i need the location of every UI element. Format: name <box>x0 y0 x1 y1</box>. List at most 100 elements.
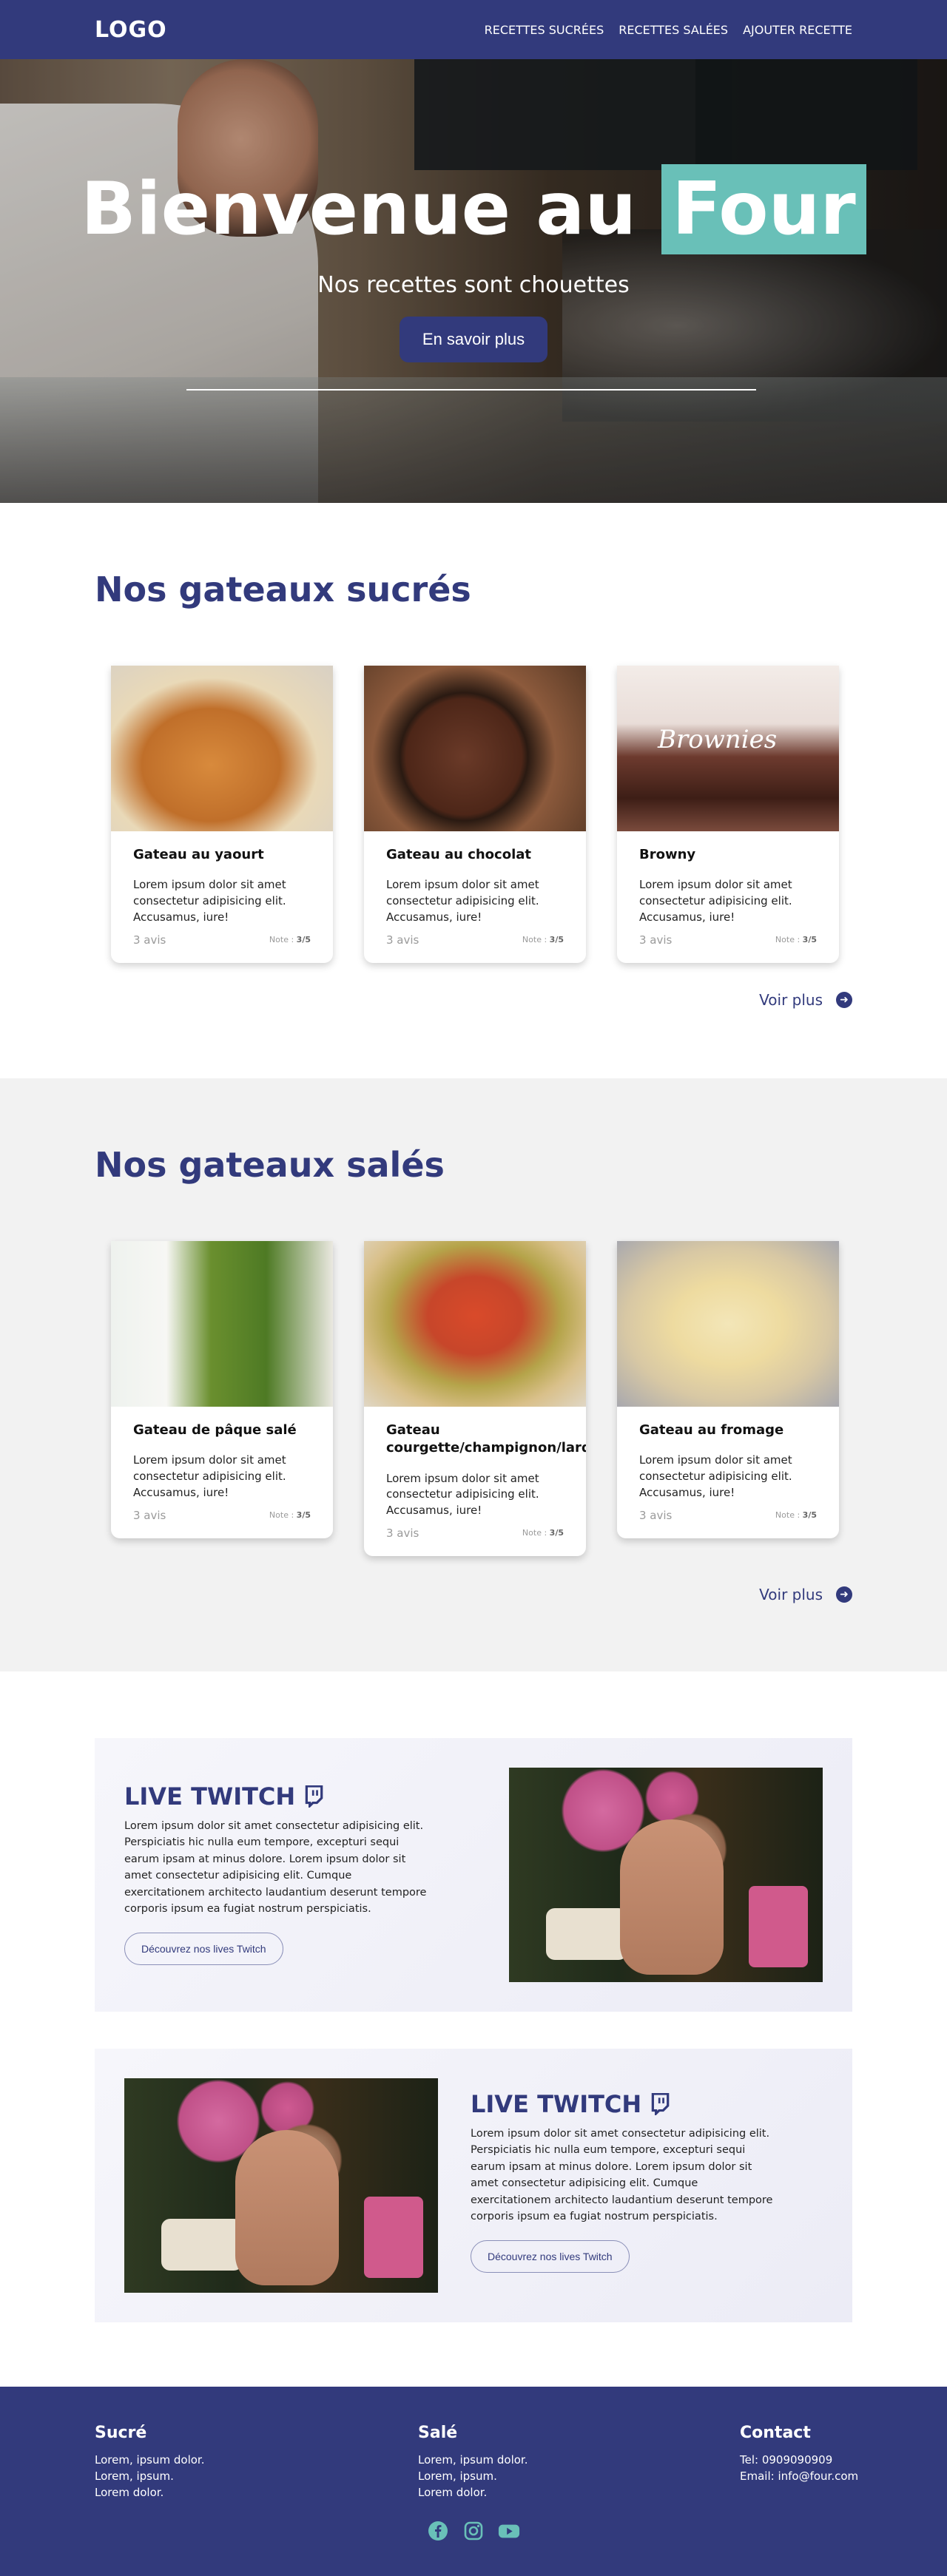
rating-label: Note : <box>522 1528 547 1538</box>
image-cake <box>546 1908 627 1960</box>
browny-image-text: Brownies <box>658 725 778 754</box>
instagram-icon[interactable] <box>462 2520 485 2542</box>
twitch-block-2: LIVE TWITCH Lorem ipsum dolor sit amet c… <box>95 2049 852 2322</box>
recipe-title: Gateau courgette/champignon/lardon <box>386 1422 586 1456</box>
recipe-rating: Note : 3/5 <box>775 935 817 944</box>
recipe-image-chocolat <box>364 666 586 831</box>
logo[interactable]: LOGO <box>95 17 167 43</box>
recipe-card-browny[interactable]: Brownies Browny Lorem ipsum dolor sit am… <box>617 666 839 963</box>
rating-value: 3/5 <box>549 1528 564 1538</box>
arrow-right-circle-icon: ➜ <box>836 1586 852 1603</box>
footer-phone[interactable]: Tel: 0909090909 <box>740 2452 858 2469</box>
recipe-title: Browny <box>639 847 696 862</box>
recipe-title: Gateau au yaourt <box>133 847 264 862</box>
footer-col-sale: Salé Lorem, ipsum dolor. Lorem, ipsum. L… <box>418 2424 528 2501</box>
footer-col-title: Contact <box>740 2424 811 2442</box>
social-links <box>0 2520 947 2542</box>
recipe-reviews: 3 avis <box>386 933 419 947</box>
recipe-description: Lorem ipsum dolor sit amet consectetur a… <box>639 1453 792 1499</box>
footer-line[interactable]: Lorem, ipsum dolor. <box>95 2452 204 2469</box>
hero-divider <box>186 389 756 391</box>
recipe-card-paque-sale[interactable]: Gateau de pâque salé Lorem ipsum dolor s… <box>111 1241 333 1538</box>
sweet-cards: Gateau au yaourt Lorem ipsum dolor sit a… <box>111 666 839 963</box>
footer-line[interactable]: Lorem, ipsum. <box>418 2469 528 2485</box>
voir-plus-sweet-link[interactable]: Voir plus ➜ <box>759 991 852 1009</box>
recipe-description: Lorem ipsum dolor sit amet consectetur a… <box>133 878 286 924</box>
nav-link-recettes-salees[interactable]: RECETTES SALÉES <box>619 23 728 37</box>
recipe-reviews: 3 avis <box>133 1508 166 1522</box>
hero-subtitle: Nos recettes sont chouettes <box>317 272 630 298</box>
footer-line[interactable]: Lorem, ipsum dolor. <box>418 2452 528 2469</box>
twitch-image-baby <box>509 1768 823 1982</box>
rating-label: Note : <box>775 935 801 945</box>
image-baby <box>235 2130 339 2285</box>
image-cake <box>161 2219 243 2271</box>
facebook-icon[interactable] <box>427 2520 449 2542</box>
footer-col-title: Sucré <box>95 2424 147 2442</box>
recipe-rating: Note : 3/5 <box>269 1510 311 1520</box>
nav-link-ajouter-recette[interactable]: AJOUTER RECETTE <box>743 23 852 37</box>
salty-cards: Gateau de pâque salé Lorem ipsum dolor s… <box>111 1241 839 1556</box>
voir-plus-label: Voir plus <box>759 1586 823 1603</box>
twitch-title: LIVE TWITCH <box>471 2090 781 2118</box>
twitch-title-text: LIVE TWITCH <box>124 1782 296 1811</box>
rating-value: 3/5 <box>802 935 817 945</box>
recipe-image-courgette <box>364 1241 586 1407</box>
footer-col-sucre: Sucré Lorem, ipsum dolor. Lorem, ipsum. … <box>95 2424 204 2501</box>
recipe-card-courgette[interactable]: Gateau courgette/champignon/lardon Lorem… <box>364 1241 586 1556</box>
section-title-salty: Nos gateaux salés <box>95 1145 445 1185</box>
recipe-title: Gateau au fromage <box>639 1422 784 1438</box>
recipe-reviews: 3 avis <box>639 933 673 947</box>
recipe-image-yaourt <box>111 666 333 831</box>
section-salty-cakes: Nos gateaux salés Gateau de pâque salé L… <box>0 1078 947 1671</box>
twitch-block-1: LIVE TWITCH Lorem ipsum dolor sit amet c… <box>95 1738 852 2012</box>
footer-line[interactable]: Lorem, ipsum. <box>95 2469 204 2485</box>
image-gift <box>749 1886 808 1967</box>
footer: Sucré Lorem, ipsum dolor. Lorem, ipsum. … <box>0 2387 947 2576</box>
twitch-icon <box>305 1785 323 1808</box>
recipe-title: Gateau de pâque salé <box>133 1422 297 1438</box>
rating-label: Note : <box>269 935 294 945</box>
section-title-sweet: Nos gateaux sucrés <box>95 569 471 609</box>
hero-title-highlight: Four <box>661 164 866 254</box>
hero-title-start: Bienvenue au <box>81 167 662 251</box>
image-baby <box>620 1819 724 1975</box>
nav-link-recettes-sucrees[interactable]: RECETTES SUCRÉES <box>485 23 604 37</box>
recipe-card-chocolat[interactable]: Gateau au chocolat Lorem ipsum dolor sit… <box>364 666 586 963</box>
section-sweet-cakes: Nos gateaux sucrés Gateau au yaourt Lore… <box>0 503 947 1078</box>
rating-value: 3/5 <box>549 935 564 945</box>
recipe-rating: Note : 3/5 <box>522 1528 564 1538</box>
youtube-icon[interactable] <box>498 2520 520 2542</box>
recipe-description: Lorem ipsum dolor sit amet consectetur a… <box>639 878 792 924</box>
recipe-description: Lorem ipsum dolor sit amet consectetur a… <box>386 878 539 924</box>
twitch-lives-button[interactable]: Découvrez nos lives Twitch <box>124 1932 283 1965</box>
recipe-reviews: 3 avis <box>386 1526 419 1540</box>
nav-links: RECETTES SUCRÉES RECETTES SALÉES AJOUTER… <box>485 23 852 37</box>
recipe-reviews: 3 avis <box>639 1508 673 1522</box>
arrow-right-circle-icon: ➜ <box>836 992 852 1008</box>
twitch-title: LIVE TWITCH <box>124 1782 435 1811</box>
recipe-rating: Note : 3/5 <box>269 935 311 944</box>
hero-banner: Bienvenue au Four Nos recettes sont chou… <box>0 59 947 503</box>
twitch-lives-button[interactable]: Découvrez nos lives Twitch <box>471 2239 630 2273</box>
footer-line[interactable]: Lorem dolor. <box>418 2485 528 2501</box>
en-savoir-plus-button[interactable]: En savoir plus <box>400 317 547 362</box>
voir-plus-label: Voir plus <box>759 991 823 1009</box>
footer-email[interactable]: Email: info@four.com <box>740 2469 858 2485</box>
recipe-rating: Note : 3/5 <box>522 935 564 944</box>
twitch-image-baby <box>124 2078 438 2293</box>
recipe-title: Gateau au chocolat <box>386 847 531 862</box>
rating-label: Note : <box>269 1510 294 1521</box>
recipe-reviews: 3 avis <box>133 933 166 947</box>
recipe-card-fromage[interactable]: Gateau au fromage Lorem ipsum dolor sit … <box>617 1241 839 1538</box>
image-gift <box>364 2197 423 2278</box>
footer-line[interactable]: Lorem dolor. <box>95 2485 204 2501</box>
recipe-card-yaourt[interactable]: Gateau au yaourt Lorem ipsum dolor sit a… <box>111 666 333 963</box>
footer-col-title: Salé <box>418 2424 458 2442</box>
rating-label: Note : <box>775 1510 801 1521</box>
recipe-description: Lorem ipsum dolor sit amet consectetur a… <box>386 1471 539 1518</box>
recipe-image-fromage <box>617 1241 839 1407</box>
voir-plus-salty-link[interactable]: Voir plus ➜ <box>759 1586 852 1603</box>
recipe-rating: Note : 3/5 <box>775 1510 817 1520</box>
hero-title: Bienvenue au Four <box>0 164 947 254</box>
